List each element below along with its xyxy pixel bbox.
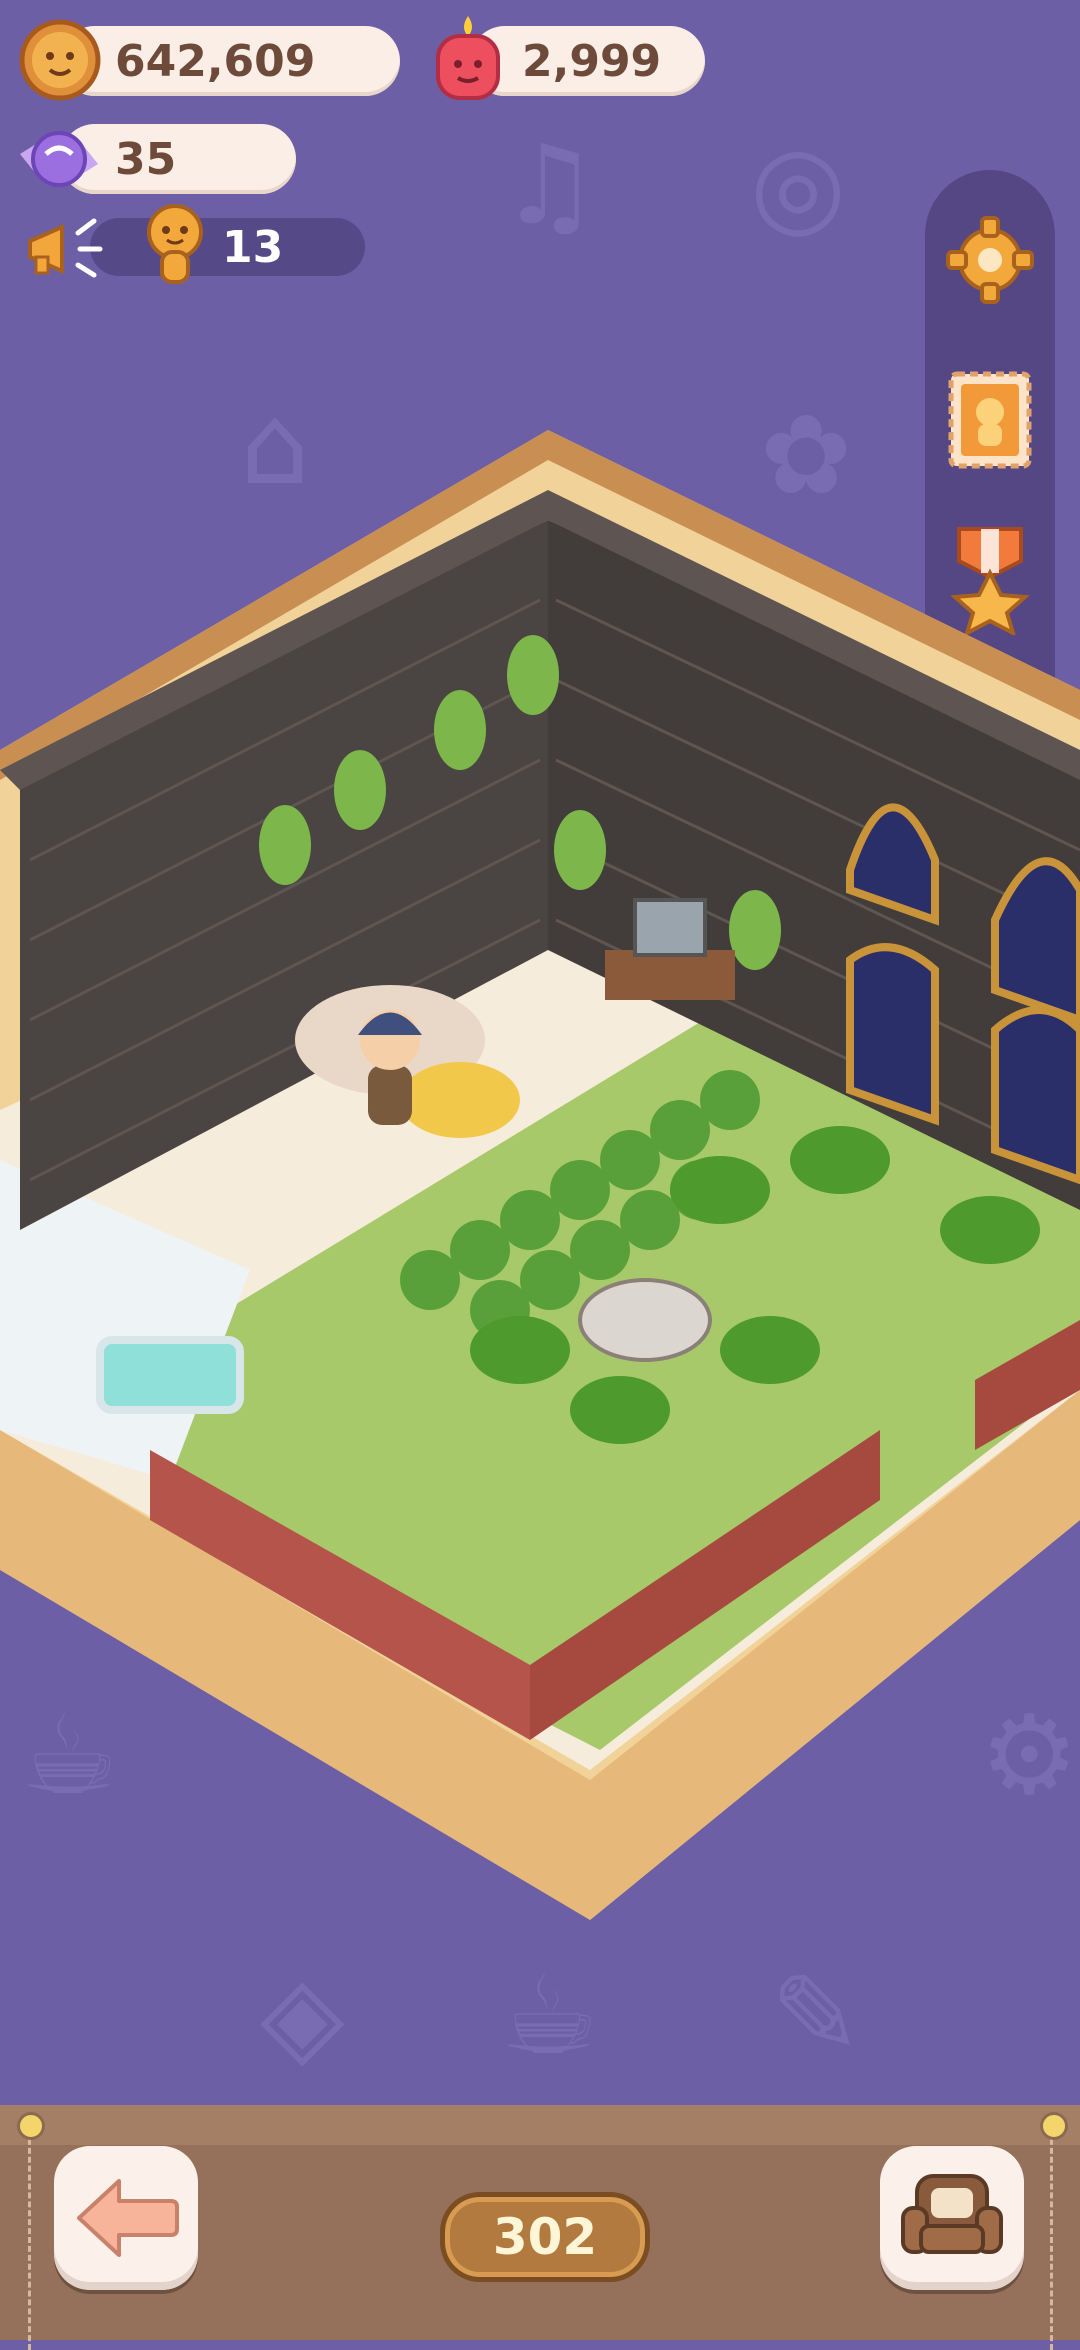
cookie-coin-icon [18,18,102,102]
candy-icon [14,114,104,204]
background-doodle: ☕ [500,1951,599,2079]
gingerbread-visitor-icon [140,202,210,286]
tv [633,898,707,957]
room-scene[interactable] [0,390,1080,1950]
tea-table [578,1278,712,1362]
background-doodle: ♫ [500,121,599,249]
bathtub [96,1336,244,1414]
background-doodle: ◈ [260,1951,345,2079]
visitor-amount: 13 [222,221,284,273]
armchair-icon [901,2174,1003,2254]
rope-decoration [28,2130,31,2350]
rope-decoration [1050,2130,1053,2350]
room-count-badge: 302 [440,2192,650,2282]
candle-gem-icon [430,14,506,104]
gem-amount: 2,999 [522,35,662,87]
lemon-rug [400,1062,520,1138]
left-arrow-icon [77,2179,179,2257]
background-doodle: ◎ [750,121,846,249]
coin-counter[interactable]: 642,609 [60,26,400,96]
room-count: 302 [492,2208,598,2266]
tv-stand [605,950,735,1000]
nail-decoration [1040,2112,1068,2140]
furniture-button[interactable] [880,2146,1024,2290]
settings-icon [946,216,1034,304]
candy-amount: 35 [115,133,177,185]
settings-button[interactable] [935,205,1045,315]
back-button[interactable] [54,2146,198,2290]
background-doodle: ✎ [770,1951,863,2079]
coin-amount: 642,609 [115,35,316,87]
nail-decoration [17,2112,45,2140]
visitor-counter[interactable]: 13 [90,218,365,276]
megaphone-icon[interactable] [22,205,112,289]
